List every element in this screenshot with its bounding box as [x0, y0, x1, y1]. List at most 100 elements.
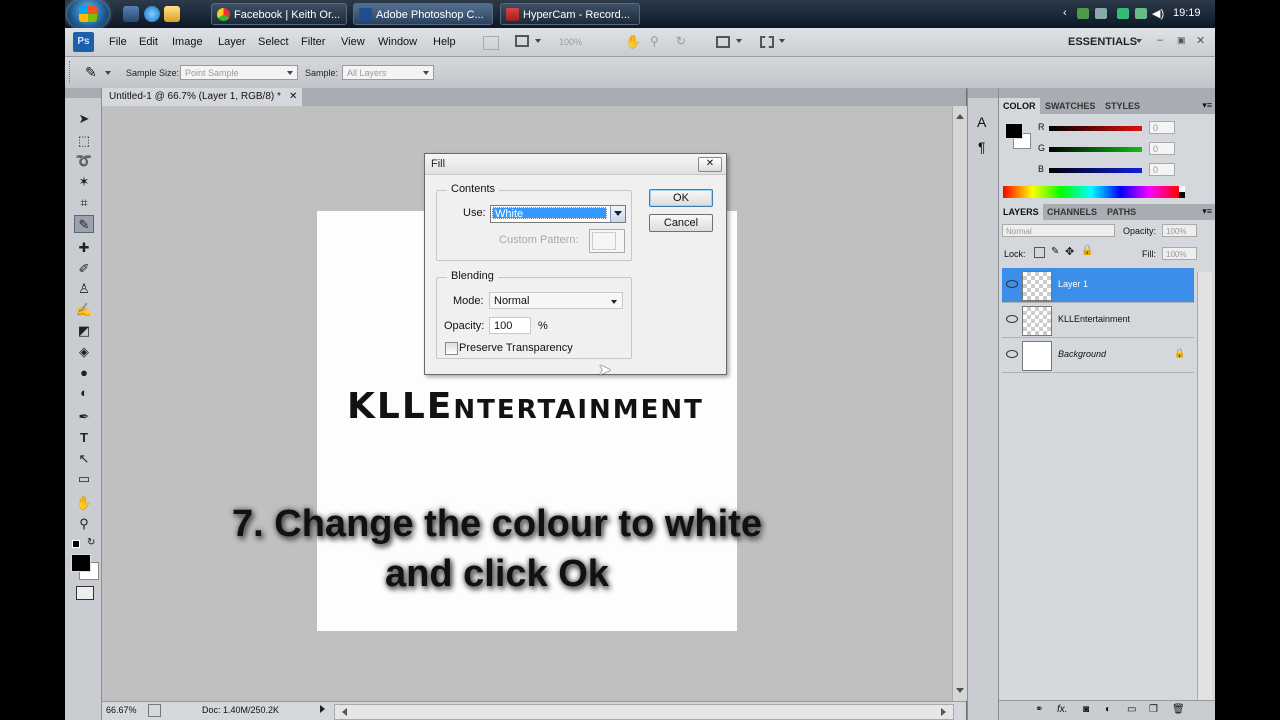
status-zoom[interactable]: 66.67% — [106, 705, 137, 715]
paint-bucket-tool-icon[interactable]: ◈ — [74, 343, 94, 361]
layer-row-layer-1[interactable]: Layer 1 — [1002, 268, 1194, 303]
brush-tool-icon[interactable]: ✐ — [74, 260, 94, 278]
foreground-color-swatch[interactable] — [1005, 123, 1023, 139]
scroll-right-icon[interactable] — [941, 708, 950, 716]
volume-icon[interactable]: ◀) — [1152, 7, 1164, 20]
layer-style-icon[interactable]: fx. — [1057, 704, 1068, 715]
document-tab[interactable]: Untitled-1 @ 66.7% (Layer 1, RGB/8) * ✕ — [102, 88, 302, 106]
lock-pixels-icon[interactable]: ✎ — [1051, 246, 1059, 257]
menu-layer[interactable]: Layer — [218, 36, 246, 48]
menu-filter[interactable]: Filter — [301, 36, 325, 48]
dodge-tool-icon[interactable]: ◐ — [74, 384, 94, 402]
g-value[interactable]: 0 — [1149, 142, 1175, 155]
tab-paths[interactable]: PATHS — [1103, 204, 1140, 220]
menu-window[interactable]: Window — [378, 36, 417, 48]
tray-status-icon[interactable] — [1117, 8, 1129, 19]
history-brush-tool-icon[interactable]: ✍ — [74, 301, 94, 319]
pen-tool-icon[interactable]: ✒ — [74, 408, 94, 426]
arrange-documents-icon[interactable] — [716, 36, 730, 48]
eyedropper-icon[interactable]: ✎ — [85, 64, 97, 81]
visibility-eye-icon[interactable] — [1006, 280, 1018, 288]
chevron-down-icon[interactable] — [610, 206, 625, 222]
character-panel-icon[interactable]: A — [977, 114, 986, 130]
layer-row-kllentertainment[interactable]: KLLEntertainment — [1002, 303, 1194, 338]
vertical-scrollbar[interactable] — [952, 106, 967, 701]
strip-header[interactable] — [968, 88, 998, 98]
black-white-ramp[interactable] — [1179, 186, 1185, 198]
menu-file[interactable]: File — [109, 36, 127, 48]
fill-input[interactable]: 100% — [1162, 247, 1197, 260]
custom-pattern-picker[interactable] — [589, 229, 625, 253]
mode-select[interactable]: Normal — [489, 292, 623, 309]
foreground-color-swatch[interactable] — [71, 554, 91, 572]
menu-view[interactable]: View — [341, 36, 365, 48]
status-menu-icon[interactable] — [320, 705, 329, 713]
healing-brush-tool-icon[interactable]: ✚ — [74, 239, 94, 257]
b-value[interactable]: 0 — [1149, 163, 1175, 176]
visibility-eye-icon[interactable] — [1006, 315, 1018, 323]
type-tool-icon[interactable]: T — [74, 429, 94, 447]
delete-layer-icon[interactable]: 🗑 — [1172, 704, 1185, 715]
default-colors-icon[interactable] — [72, 540, 80, 548]
dialog-title-bar[interactable]: Fill — [425, 154, 726, 175]
preserve-transparency-checkbox[interactable] — [445, 342, 458, 355]
menu-image[interactable]: Image — [172, 36, 203, 48]
opacity-input[interactable]: 100 — [489, 317, 531, 334]
rectangle-tool-icon[interactable]: ▭ — [74, 470, 94, 488]
tab-layers[interactable]: LAYERS — [999, 204, 1043, 220]
status-info-icon[interactable] — [148, 704, 161, 717]
lasso-tool-icon[interactable]: ➰ — [74, 152, 94, 170]
chevron-down-icon[interactable] — [736, 39, 742, 46]
close-tab-icon[interactable]: ✕ — [289, 88, 297, 106]
panels-header[interactable] — [999, 88, 1215, 98]
task-hypercam[interactable]: HyperCam - Record... — [500, 3, 640, 25]
layer-mask-icon[interactable]: ◙ — [1083, 704, 1089, 715]
link-layers-icon[interactable]: ⚭ — [1035, 704, 1043, 715]
tab-color[interactable]: COLOR — [999, 98, 1040, 114]
lock-transparent-icon[interactable] — [1034, 247, 1045, 258]
task-facebook[interactable]: Facebook | Keith Or... — [211, 3, 347, 25]
hand-icon[interactable]: ✋ — [625, 34, 641, 50]
cancel-button[interactable]: Cancel — [649, 214, 713, 232]
chevron-down-icon[interactable] — [779, 39, 785, 46]
color-spectrum-ramp[interactable] — [1003, 186, 1179, 198]
layer-row-background[interactable]: Background 🔒 — [1002, 338, 1194, 373]
blur-tool-icon[interactable]: ● — [74, 364, 94, 382]
panel-menu-icon[interactable]: ▾≡ — [1202, 100, 1212, 111]
workspace-switcher[interactable]: ESSENTIALS — [1068, 36, 1137, 48]
move-tool-icon[interactable]: ➤ — [74, 110, 94, 128]
horizontal-scrollbar[interactable] — [334, 704, 954, 720]
tab-channels[interactable]: CHANNELS — [1043, 204, 1101, 220]
menu-edit[interactable]: Edit — [139, 36, 158, 48]
screen-mode-icon[interactable] — [760, 36, 774, 48]
tray-app-icon[interactable] — [1095, 8, 1107, 19]
chevron-down-icon[interactable] — [535, 39, 541, 46]
lock-all-icon[interactable]: 🔒 — [1081, 245, 1093, 256]
magic-wand-tool-icon[interactable]: ✶ — [74, 173, 94, 191]
hand-tool-icon[interactable]: ✋ — [74, 494, 94, 512]
swap-colors-icon[interactable]: ↻ — [87, 537, 95, 548]
wireless-icon[interactable] — [1135, 8, 1147, 19]
task-photoshop[interactable]: Adobe Photoshop C... — [353, 3, 493, 25]
path-selection-tool-icon[interactable]: ↖ — [74, 450, 94, 468]
chevron-left-icon[interactable]: ‹ — [1063, 7, 1067, 19]
start-button[interactable] — [67, 0, 109, 30]
canvas-viewport[interactable]: KLLENTERTAINMENT 7. Change the colour to… — [102, 106, 952, 701]
marquee-tool-icon[interactable]: ⬚ — [74, 132, 94, 150]
minimize-icon[interactable]: – — [1157, 34, 1163, 46]
zoom-level[interactable]: 100% — [559, 37, 582, 47]
adjustment-layer-icon[interactable]: ◐ — [1105, 704, 1111, 715]
sample-select[interactable]: All Layers — [342, 65, 434, 80]
new-group-icon[interactable]: ▭ — [1127, 704, 1136, 715]
new-layer-icon[interactable]: ❐ — [1149, 704, 1158, 715]
visibility-eye-icon[interactable] — [1006, 350, 1018, 358]
use-select[interactable]: White — [490, 205, 626, 223]
paragraph-panel-icon[interactable]: ¶ — [978, 139, 986, 155]
rotate-view-icon[interactable]: ↻ — [676, 34, 686, 48]
chevron-down-icon[interactable] — [105, 71, 111, 78]
blend-mode-select[interactable]: Normal — [1002, 224, 1115, 237]
layer-opacity-input[interactable]: 100% — [1162, 224, 1197, 237]
sample-size-select[interactable]: Point Sample — [180, 65, 298, 80]
r-slider[interactable] — [1049, 126, 1142, 131]
menu-select[interactable]: Select — [258, 36, 289, 48]
